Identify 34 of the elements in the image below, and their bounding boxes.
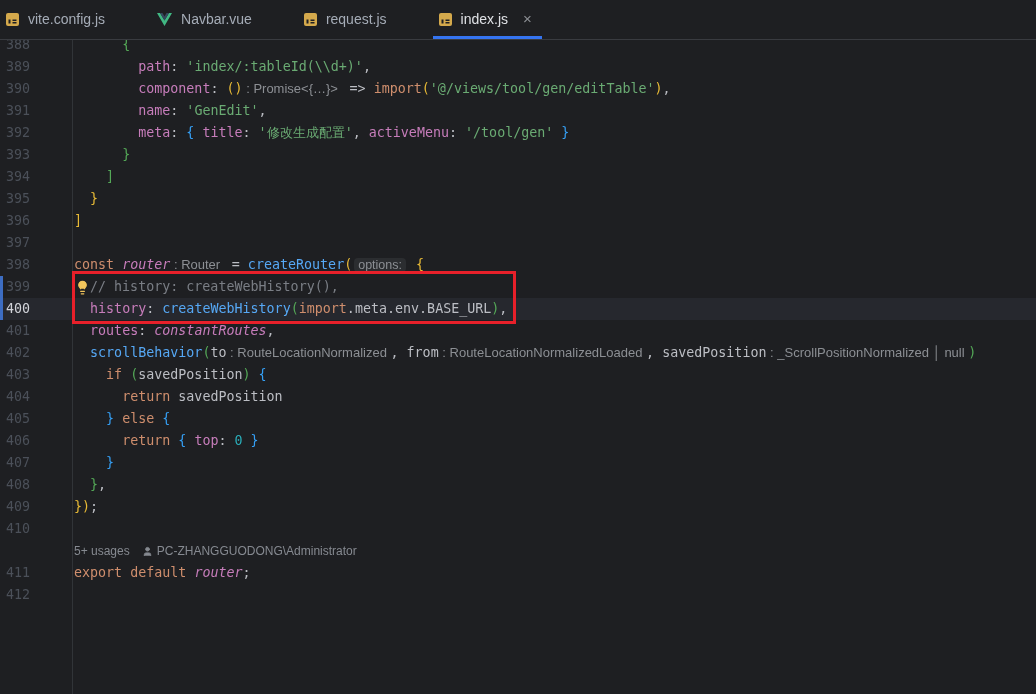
code-line: path: 'index/:tableId(\\d+)', xyxy=(137,58,371,76)
author-name: PC-ZHANGGUODONG\Administrator xyxy=(156,543,357,560)
code-line: } xyxy=(89,190,99,208)
code-line: routes: constantRoutes, xyxy=(89,322,275,340)
code-line: scrollBehavior(to : RouteLocationNormalized , from : RouteLocationNormalizedLoaded , savedPosition : _ScrollPositionNormalized │ null ) xyxy=(89,344,977,363)
code-line: ] xyxy=(105,168,115,186)
code-line: if (savedPosition) { xyxy=(105,366,267,384)
file-tab[interactable]: request.js xyxy=(297,0,393,39)
code-line: return savedPosition xyxy=(121,388,283,406)
code-line: } xyxy=(121,146,131,164)
code-line: name: 'GenEdit', xyxy=(137,102,267,120)
code-line: // history: createWebHistory(), xyxy=(90,278,339,296)
code-line: meta: { title: '修改生成配置', activeMenu: '/tool/gen' } xyxy=(137,124,570,142)
code-line: const router : Router = createRouter( options: { xyxy=(74,256,425,274)
file-tab[interactable]: Navbar.vue xyxy=(151,0,258,39)
code-line: history: createWebHistory(import.meta.env.BASE_URL), xyxy=(89,300,508,319)
close-icon[interactable]: × xyxy=(523,8,532,31)
file-tab[interactable]: index.js × xyxy=(432,0,542,39)
file-tab[interactable]: vite.config.js xyxy=(0,0,112,39)
vue-logo-icon xyxy=(157,13,173,26)
code-line: return { top: 0 } xyxy=(121,432,259,450)
js-file-icon xyxy=(438,13,452,26)
code-line: ] xyxy=(74,212,83,230)
code-line: export default router; xyxy=(74,564,251,582)
code-line: } xyxy=(105,454,115,472)
code-line: }, xyxy=(89,476,107,494)
code-line: }); xyxy=(74,498,99,516)
js-file-icon xyxy=(303,13,317,26)
code-line: } else { xyxy=(105,410,171,428)
user-icon xyxy=(141,545,153,557)
usages-link[interactable]: 5+ usages xyxy=(74,542,130,560)
line-number: 400 xyxy=(4,300,30,318)
code-line: component: () : Promise<{…}> => import('@/views/tool/gen/editTable'), xyxy=(137,80,671,98)
js-file-icon xyxy=(6,13,19,26)
